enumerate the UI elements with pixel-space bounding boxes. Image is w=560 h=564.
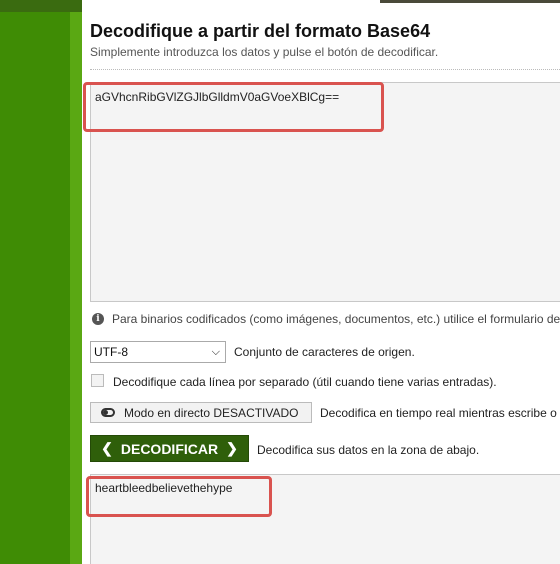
sidebar-top-band [0,0,82,12]
per-line-label: Decodifique cada línea por separado (úti… [113,375,497,389]
charset-select-value: UTF-8 [94,345,128,359]
per-line-checkbox[interactable] [91,374,104,387]
top-banner-strip [380,0,560,3]
charset-label: Conjunto de caracteres de origen. [234,345,415,359]
input-highlight-box [83,82,384,132]
header-divider [90,69,560,70]
decode-button[interactable]: ❮ DECODIFICAR ❯ [90,435,249,462]
main-content: Decodifique a partir del formato Base64 … [82,10,560,564]
left-decorative-sidebar [0,0,82,564]
sidebar-edge [70,0,82,564]
chevron-right-icon: ❯ [226,440,238,456]
chevron-down-icon: ⌵ [211,345,220,358]
output-highlight-box [86,476,272,517]
info-icon: i [92,313,104,325]
page-subtitle: Simplemente introduzca los datos y pulse… [90,45,439,59]
charset-select[interactable]: UTF-8 ⌵ [90,341,226,363]
page-title: Decodifique a partir del formato Base64 [90,21,431,41]
chevron-left-icon: ❮ [101,440,113,456]
decode-button-label: DECODIFICAR [120,440,219,457]
sidebar-stripe [0,0,70,564]
decode-description: Decodifica sus datos en la zona de abajo… [257,443,480,457]
toggle-off-icon [101,408,115,417]
live-mode-label: Modo en directo DESACTIVADO [124,405,299,420]
binary-info-text: Para binarios codificados (como imágenes… [112,312,560,326]
binary-info-note: i Para binarios codificados (como imágen… [92,312,560,326]
live-mode-button[interactable]: Modo en directo DESACTIVADO [90,402,312,423]
live-mode-description: Decodifica en tiempo real mientras escri… [320,406,557,420]
